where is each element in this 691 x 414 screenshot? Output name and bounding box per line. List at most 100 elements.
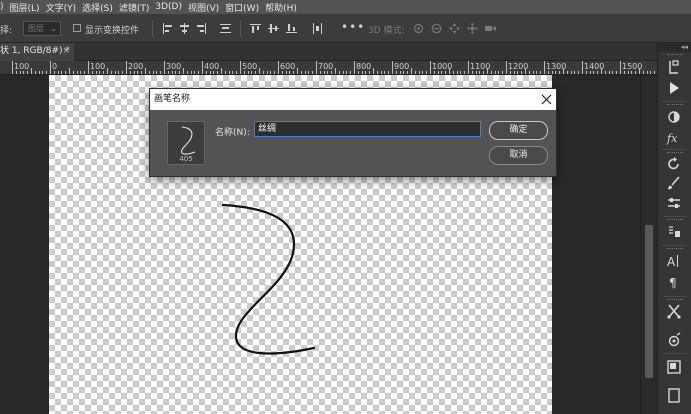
3d-slide-icon[interactable] [467,23,478,34]
ruler-minor-tick [156,71,158,74]
auto-select-dropdown[interactable]: 图层 ⌄ [23,21,61,36]
align-middle-icon[interactable] [268,23,279,34]
ruler-minor-tick [357,71,359,74]
menu-item-edit-partial[interactable]: ) [0,2,4,12]
ruler-minor-tick [57,71,59,74]
ruler-minor-tick [449,68,450,74]
ruler-minor-tick [623,71,625,74]
vertical-scrollbar[interactable] [640,75,657,414]
align-right-icon[interactable] [196,23,207,34]
ruler-label: 200 [128,62,144,71]
document-panel-icon[interactable] [664,386,684,404]
play-actions-icon[interactable] [664,79,684,97]
document-tab-bar: 状 1, RGB/8#) * × [0,43,657,61]
ruler-major-tick [240,61,241,74]
ruler-major-tick [202,61,203,74]
show-transform-checkbox[interactable] [73,24,81,32]
ruler-minor-tick [338,71,340,74]
tool-presets-icon[interactable] [664,302,684,320]
3d-target-icon[interactable] [664,331,684,349]
adjustments-icon[interactable] [664,108,684,126]
options-divider [240,20,241,37]
ruler-minor-tick [498,71,500,74]
character-icon[interactable]: A [664,252,684,270]
close-tab-icon[interactable]: × [62,43,70,60]
rotate-icon[interactable] [664,155,684,173]
ruler-label: 400 [204,62,220,71]
close-icon[interactable] [541,94,552,105]
panel-grip[interactable] [667,54,683,57]
3d-pan-icon[interactable] [449,23,460,34]
more-options-button[interactable]: ••• [341,20,365,34]
auto-select-label: 择: [0,26,13,36]
ruler-minor-tick [407,71,409,74]
ruler-minor-tick [224,71,226,74]
ruler-minor-tick [53,71,55,74]
menu-item-layer[interactable]: 图层(L) [10,1,40,14]
menu-item-3d[interactable]: 3D(D) [155,2,182,12]
document-tab[interactable]: 状 1, RGB/8#) * × [0,43,74,61]
show-transform-label: 显示变换控件 [85,26,140,36]
align-top-distribute-icon[interactable] [220,23,231,34]
brush-settings-icon[interactable] [664,194,684,212]
ruler-minor-tick [137,71,139,74]
cancel-button[interactable]: 取消 [489,146,548,165]
horizontal-ruler[interactable]: 100 0 100 200 300 400 500 600 700 800 900 1000 1100 1… [0,61,657,75]
3d-camera-icon[interactable] [485,23,496,34]
dialog-titlebar[interactable]: 画笔名称 [150,89,556,110]
align-left-icon[interactable] [162,23,173,34]
3d-roll-icon[interactable] [431,23,442,34]
panel-collapse-button[interactable]: ◂◂ [658,43,691,52]
ruler-minor-tick [525,68,526,74]
ruler-minor-tick [452,71,454,74]
align-bottom-icon[interactable] [286,23,297,34]
ruler-major-tick [354,61,355,74]
align-top-icon[interactable] [250,23,261,34]
ruler-minor-tick [23,71,25,74]
history-icon[interactable] [664,58,684,76]
ruler-minor-tick [547,71,549,74]
brush-name-input[interactable]: 丝绸 [254,121,481,137]
ruler-minor-tick [559,71,561,74]
svg-text:¶: ¶ [669,276,677,290]
ruler-minor-tick [114,71,116,74]
properties-icon[interactable] [664,358,684,376]
ruler-minor-tick [205,71,207,74]
menu-item-filter[interactable]: 滤镜(T) [119,1,150,14]
menu-item-select[interactable]: 选择(S) [82,1,113,14]
scrollbar-thumb[interactable] [645,225,653,378]
ruler-minor-tick [490,71,492,74]
distribute-horizontal-icon[interactable] [312,23,323,34]
ruler-minor-tick [183,68,184,74]
3d-orbit-icon[interactable] [413,23,424,34]
ruler-minor-tick [639,68,640,74]
menu-item-type[interactable]: 文字(Y) [46,1,77,14]
panel-grip[interactable] [667,248,683,251]
ruler-minor-tick [91,71,93,74]
panel-grip[interactable] [667,104,683,107]
clone-source-icon[interactable] [664,223,684,241]
ok-button[interactable]: 确定 [489,121,548,140]
ruler-minor-tick [243,71,245,74]
paragraph-icon[interactable]: ¶ [664,273,684,291]
ruler-minor-tick [608,71,610,74]
ruler-minor-tick [578,71,580,74]
ruler-minor-tick [118,71,120,74]
ruler-major-tick [392,61,393,74]
ruler-minor-tick [399,71,401,74]
align-center-icon[interactable] [179,23,190,34]
ruler-major-tick [620,61,621,74]
options-bar: 择: 图层 ⌄ 显示变换控件 ••• 3D 模式: [0,14,691,43]
fx-styles-icon[interactable]: fx [664,128,684,146]
ruler-minor-tick [517,71,519,74]
ruler-minor-tick [281,71,283,74]
menu-item-view[interactable]: 视图(V) [188,1,219,14]
ruler-minor-tick [631,71,633,74]
brush-icon[interactable] [664,174,684,192]
menu-item-help[interactable]: 帮助(H) [265,1,297,14]
ruler-minor-tick [433,71,435,74]
menu-item-window[interactable]: 窗口(W) [225,1,259,14]
panel-grip[interactable] [667,219,683,222]
ruler-minor-tick [84,71,86,74]
ruler-minor-tick [593,71,595,74]
